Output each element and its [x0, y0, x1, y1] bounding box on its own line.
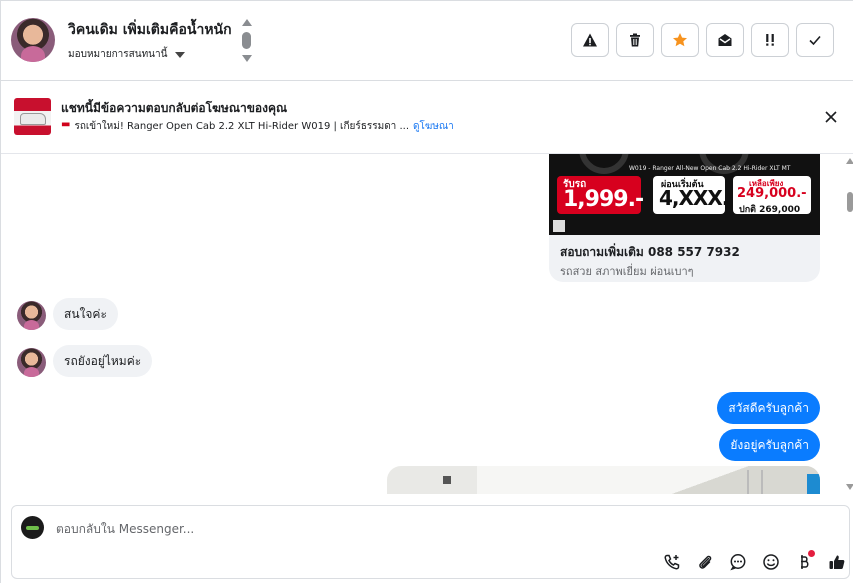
- ad-down-payment-box: ผ่อนเริ่มต้น 4,XXX.-: [653, 176, 737, 214]
- sender-avatar[interactable]: [17, 301, 46, 330]
- ad-remain-box: เหลือเพียง 249,000.- ปกติ 269,000: [733, 176, 811, 215]
- ad-card-subtitle: รถสวย สภาพเยี่ยม ผ่อนเบาๆ: [560, 265, 694, 278]
- delete-button[interactable]: [616, 23, 654, 57]
- scroll-thumb[interactable]: [847, 192, 853, 212]
- ad-banner-subtitle: ▬ รถเข้าใหม่! Ranger Open Cab 2.2 XLT Hi…: [61, 119, 454, 134]
- contact-name[interactable]: วิคนเดิม เพิ่มเติมคือน้ำหนัก: [68, 19, 232, 41]
- paperclip-icon: [698, 555, 711, 569]
- call-add-button[interactable]: [660, 550, 683, 573]
- reply-input[interactable]: [56, 520, 656, 538]
- previous-conversation-icon[interactable]: [242, 19, 252, 26]
- ad-banner-title: แชทนี้มีข้อความตอบกลับต่อโฆษณาของคุณ: [61, 101, 288, 115]
- ad-reply-banner: แชทนี้มีข้อความตอบกลับต่อโฆษณาของคุณ ▬ ร…: [1, 82, 853, 154]
- check-icon: [809, 35, 821, 46]
- nav-handle: [242, 32, 251, 49]
- message-thread[interactable]: W019 - Ranger All-New Open Cab 2.2 Hi-Ri…: [1, 154, 853, 494]
- star-button[interactable]: [661, 23, 699, 57]
- trash-icon: [630, 33, 640, 47]
- incoming-message[interactable]: รถยังอยู่ไหมค่ะ: [53, 345, 153, 377]
- qr-code: [553, 220, 565, 232]
- close-icon[interactable]: [823, 109, 839, 125]
- outgoing-message[interactable]: ยังอยู่ครับลูกค้า: [719, 429, 820, 461]
- call-add-icon: [663, 554, 679, 570]
- emoji-button[interactable]: [759, 550, 782, 573]
- star-icon: [673, 33, 687, 47]
- ad-model-line: W019 - Ranger All-New Open Cab 2.2 Hi-Ri…: [629, 165, 791, 172]
- wheel-graphic: [579, 154, 629, 174]
- thread-scrollbar[interactable]: [844, 154, 853, 494]
- car-icon: ▬: [61, 119, 71, 130]
- warning-icon: [583, 33, 597, 47]
- assign-label: มอบหมายการสนทนานี้: [68, 49, 168, 60]
- outgoing-message[interactable]: สวัสดีครับลูกค้า: [717, 392, 820, 424]
- photo-attachment[interactable]: [387, 466, 820, 494]
- attach-button[interactable]: [693, 550, 716, 573]
- message-composer: [11, 505, 850, 579]
- emoji-icon: [762, 553, 779, 570]
- contact-avatar[interactable]: [11, 18, 55, 62]
- page-avatar[interactable]: [21, 516, 44, 539]
- like-button[interactable]: [825, 550, 848, 573]
- ad-banner-text: รถเข้าใหม่! Ranger Open Cab 2.2 XLT Hi-R…: [74, 121, 410, 132]
- down-value: 4,XXX.-: [659, 186, 737, 210]
- scroll-down-icon[interactable]: [846, 484, 853, 490]
- chevron-down-icon: [175, 51, 186, 58]
- ad-price-box: รับรถ 1,999.-: [557, 176, 644, 214]
- saved-replies-button[interactable]: [726, 550, 749, 573]
- payment-button[interactable]: [792, 550, 815, 573]
- ad-image: W019 - Ranger All-New Open Cab 2.2 Hi-Ri…: [549, 154, 820, 235]
- next-conversation-icon[interactable]: [242, 55, 252, 62]
- ad-thumbnail[interactable]: [14, 98, 51, 135]
- view-ad-link[interactable]: ดูโฆษณา: [413, 119, 454, 134]
- mark-unread-button[interactable]: [706, 23, 744, 57]
- conversation-nav: [241, 19, 253, 65]
- envelope-open-icon: [718, 34, 732, 46]
- mark-done-button[interactable]: [796, 23, 834, 57]
- photo-detail: [747, 470, 763, 494]
- composer-tools: [660, 550, 848, 573]
- notification-dot: [808, 550, 815, 557]
- assign-conversation-dropdown[interactable]: มอบหมายการสนทนานี้: [68, 47, 186, 62]
- inbox-conversation: วิคนเดิม เพิ่มเติมคือน้ำหนัก มอบหมายการส…: [0, 0, 853, 583]
- ad-card-title: สอบถามเพิ่มเติม 088 557 7932: [560, 245, 740, 259]
- chat-bubble-icon: [729, 553, 745, 570]
- photo-detail: [443, 476, 451, 484]
- price-value: 1,999.-: [563, 187, 644, 212]
- remain-value: 249,000.-: [737, 186, 807, 201]
- incoming-message[interactable]: สนใจค่ะ: [53, 298, 118, 330]
- photo-detail: [807, 474, 820, 494]
- conversation-header: วิคนเดิม เพิ่มเติมคือน้ำหนัก มอบหมายการส…: [1, 1, 853, 81]
- double-exclamation-icon: [766, 34, 774, 46]
- thumbs-up-icon: [829, 555, 844, 569]
- sender-avatar[interactable]: [17, 348, 46, 377]
- spam-button[interactable]: [571, 23, 609, 57]
- photo-wall: [477, 466, 820, 494]
- header-actions: [571, 23, 834, 57]
- scroll-up-icon[interactable]: [846, 158, 853, 164]
- normal-price: ปกติ 269,000: [739, 205, 801, 215]
- follow-up-button[interactable]: [751, 23, 789, 57]
- ad-message-card[interactable]: W019 - Ranger All-New Open Cab 2.2 Hi-Ri…: [549, 154, 820, 282]
